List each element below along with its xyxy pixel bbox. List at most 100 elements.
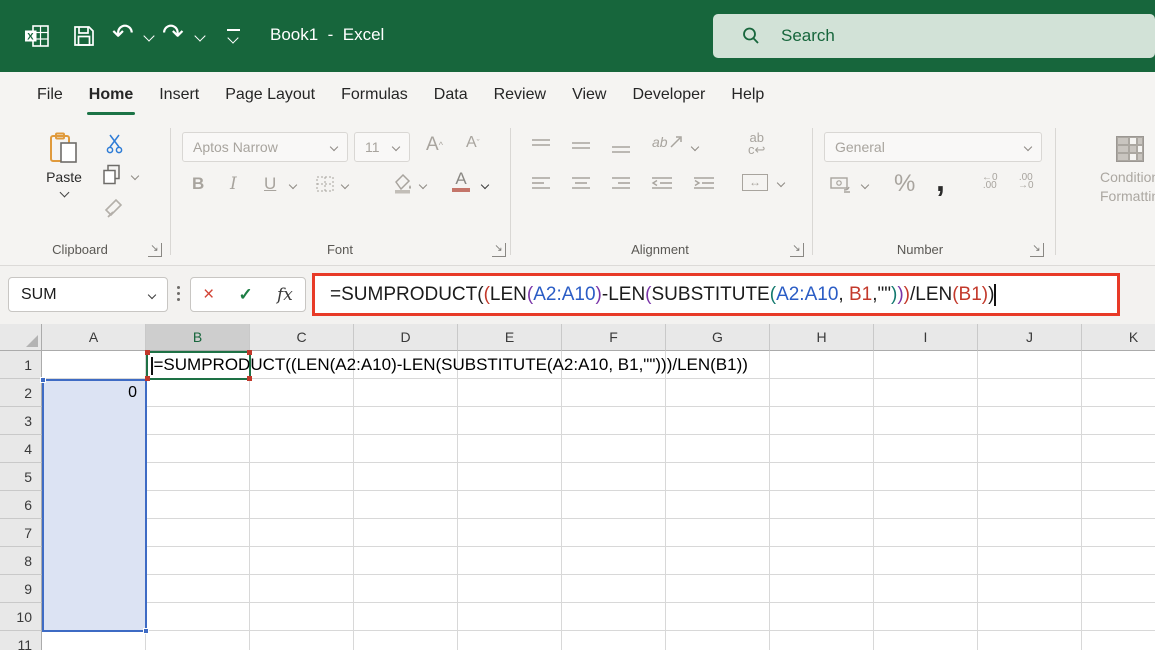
row-header-4[interactable]: 4 <box>0 435 42 463</box>
worksheet-grid: A B C D E F G H I J K 1 2 3 4 5 6 7 8 9 … <box>0 324 1155 650</box>
copy-chevron-icon[interactable] <box>130 171 140 181</box>
column-header-f[interactable]: F <box>562 324 666 351</box>
align-center-icon[interactable] <box>570 176 592 192</box>
fill-handle-icon[interactable] <box>143 628 149 634</box>
tab-review[interactable]: Review <box>481 72 559 118</box>
save-icon[interactable] <box>72 24 96 48</box>
underline-chevron-icon[interactable] <box>288 180 298 190</box>
undo-chevron-icon[interactable] <box>143 30 155 42</box>
column-header-d[interactable]: D <box>354 324 458 351</box>
name-box[interactable]: SUM <box>8 277 168 312</box>
font-name-select[interactable]: Aptos Narrow <box>182 132 348 162</box>
column-header-h[interactable]: H <box>770 324 874 351</box>
accounting-format-icon[interactable] <box>830 176 854 194</box>
row-header-2[interactable]: 2 <box>0 379 42 407</box>
align-left-icon[interactable] <box>530 176 552 192</box>
column-header-a[interactable]: A <box>42 324 146 351</box>
align-bottom-icon[interactable] <box>610 138 632 154</box>
tab-file[interactable]: File <box>24 72 76 118</box>
underline-button[interactable]: U <box>264 174 276 194</box>
cell-a2-value[interactable]: 0 <box>42 379 144 407</box>
tab-view[interactable]: View <box>559 72 619 118</box>
italic-button[interactable]: I <box>230 174 237 194</box>
row-header-5[interactable]: 5 <box>0 463 42 491</box>
decrease-decimal-icon[interactable]: .00 →0 <box>1018 173 1034 191</box>
conditional-formatting-button[interactable]: Conditional Formatting <box>1100 132 1155 206</box>
undo-icon[interactable]: ↶ <box>112 18 134 49</box>
tab-formulas[interactable]: Formulas <box>328 72 421 118</box>
column-header-b[interactable]: B <box>146 324 250 351</box>
align-right-icon[interactable] <box>610 176 632 192</box>
row-header-3[interactable]: 3 <box>0 407 42 435</box>
alignment-dialog-launcher-icon[interactable]: ↘ <box>790 243 804 257</box>
borders-icon[interactable] <box>316 176 334 192</box>
row-header-6[interactable]: 6 <box>0 491 42 519</box>
column-header-e[interactable]: E <box>458 324 562 351</box>
clipboard-dialog-launcher-icon[interactable]: ↘ <box>148 243 162 257</box>
increase-indent-icon[interactable] <box>692 176 716 192</box>
fill-color-chevron-icon[interactable] <box>418 180 428 190</box>
formula-input[interactable]: =SUMPRODUCT((LEN(A2:A10)-LEN(SUBSTITUTE(… <box>312 273 1120 316</box>
row-header-8[interactable]: 8 <box>0 547 42 575</box>
row-header-7[interactable]: 7 <box>0 519 42 547</box>
borders-chevron-icon[interactable] <box>340 180 350 190</box>
insert-function-icon[interactable]: fx <box>277 285 293 305</box>
increase-font-size-icon[interactable]: A ^ <box>426 134 443 156</box>
select-all-corner[interactable] <box>0 324 42 351</box>
font-dialog-launcher-icon[interactable]: ↘ <box>492 243 506 257</box>
tab-page-layout[interactable]: Page Layout <box>212 72 328 118</box>
tab-developer[interactable]: Developer <box>619 72 718 118</box>
search-input[interactable]: Search <box>713 14 1155 58</box>
column-header-j[interactable]: J <box>978 324 1082 351</box>
percent-style-icon[interactable]: % <box>894 170 915 198</box>
cancel-icon[interactable]: × <box>203 284 214 306</box>
cells-area[interactable] <box>42 351 1155 650</box>
column-header-k[interactable]: K <box>1082 324 1155 351</box>
text-cursor <box>994 283 996 306</box>
excel-logo-icon[interactable]: X <box>24 24 50 48</box>
comma-style-icon[interactable]: , <box>936 162 945 199</box>
tab-home[interactable]: Home <box>76 72 146 118</box>
font-color-icon[interactable]: A <box>452 170 470 192</box>
redo-chevron-icon[interactable] <box>194 30 206 42</box>
tab-data[interactable]: Data <box>421 72 481 118</box>
column-header-g[interactable]: G <box>666 324 770 351</box>
tab-help[interactable]: Help <box>718 72 777 118</box>
number-format-select[interactable]: General <box>824 132 1042 162</box>
align-middle-icon[interactable] <box>570 138 592 154</box>
column-header-i[interactable]: I <box>874 324 978 351</box>
format-painter-icon[interactable] <box>104 198 124 218</box>
column-header-c[interactable]: C <box>250 324 354 351</box>
orientation-icon[interactable]: ab <box>652 134 683 150</box>
range-highlight-a2-a10[interactable] <box>40 377 149 634</box>
redo-icon[interactable]: ↷ <box>162 18 184 49</box>
cut-icon[interactable] <box>106 134 124 154</box>
row-headers: 1 2 3 4 5 6 7 8 9 10 11 <box>0 351 42 650</box>
cell-text-cursor <box>151 356 153 375</box>
fill-color-icon[interactable] <box>392 172 414 194</box>
wrap-text-icon[interactable]: ab c↩ <box>748 131 765 156</box>
paste-button[interactable]: Paste <box>34 132 94 198</box>
row-header-10[interactable]: 10 <box>0 603 42 631</box>
merge-center-icon[interactable]: ↔ <box>742 174 768 191</box>
formula-bar-separator-dots[interactable] <box>177 286 180 289</box>
bold-button[interactable]: B <box>192 174 204 194</box>
font-size-select[interactable]: 11 <box>354 132 410 162</box>
formula-bar: SUM × ✓ fx =SUMPRODUCT((LEN(A2:A10)-LEN(… <box>0 266 1155 324</box>
enter-icon[interactable]: ✓ <box>238 285 252 305</box>
increase-decimal-icon[interactable]: ←0 .00 <box>982 173 998 191</box>
tab-insert[interactable]: Insert <box>146 72 212 118</box>
merge-center-chevron-icon[interactable] <box>776 178 786 188</box>
row-header-9[interactable]: 9 <box>0 575 42 603</box>
customize-quick-access-toolbar-icon[interactable] <box>226 28 242 44</box>
decrease-indent-icon[interactable] <box>650 176 674 192</box>
accounting-chevron-icon[interactable] <box>860 180 870 190</box>
row-header-1[interactable]: 1 <box>0 351 42 379</box>
copy-icon[interactable] <box>102 164 122 186</box>
align-top-icon[interactable] <box>530 138 552 154</box>
decrease-font-size-icon[interactable]: Aˇ <box>466 134 480 152</box>
row-header-11[interactable]: 11 <box>0 631 42 650</box>
font-color-chevron-icon[interactable] <box>480 180 490 190</box>
orientation-chevron-icon[interactable] <box>690 142 700 152</box>
number-dialog-launcher-icon[interactable]: ↘ <box>1030 243 1044 257</box>
